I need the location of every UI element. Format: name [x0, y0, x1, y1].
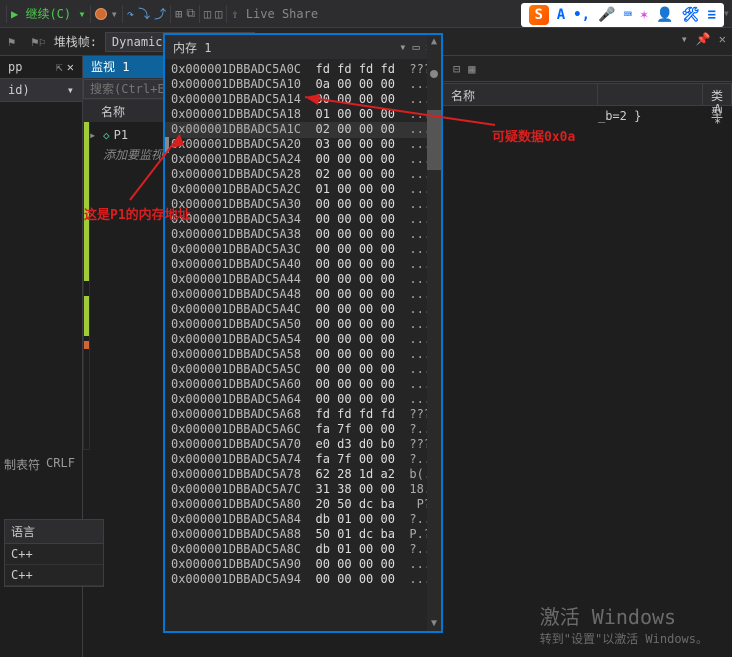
dropdown-icon[interactable]: ▾	[681, 32, 688, 46]
toolbar-icon[interactable]: ◫	[215, 7, 222, 21]
toolbar-icon[interactable]: ▦	[468, 62, 475, 76]
memory-row[interactable]: 0x000001DBBADC5A88 50 01 dc ba P.??	[171, 527, 435, 542]
file-tab[interactable]: pp ⇱ ✕	[0, 56, 82, 79]
memory-row[interactable]: 0x000001DBBADC5A90 00 00 00 00 ....	[171, 557, 435, 572]
ime-account-icon[interactable]: 👤	[656, 7, 673, 23]
status-bar: 制表符 CRLF	[4, 456, 75, 473]
memory-row[interactable]: 0x000001DBBADC5A80 20 50 dc ba P??	[171, 497, 435, 512]
watch-item-label: P1	[114, 128, 128, 142]
memory-row[interactable]: 0x000001DBBADC5A64 00 00 00 00 ....	[171, 392, 435, 407]
step-into-icon[interactable]: ↷	[127, 7, 134, 21]
close-icon[interactable]: ✕	[67, 60, 74, 74]
memory-row[interactable]: 0x000001DBBADC5A2C 01 00 00 00 ....	[171, 182, 435, 197]
status-tabs[interactable]: 制表符	[4, 456, 40, 473]
memory-row[interactable]: 0x000001DBBADC5A3C 00 00 00 00 ....	[171, 242, 435, 257]
memory-scrollbar[interactable]: ▲ ▼	[427, 35, 441, 631]
ime-punct-icon[interactable]: •,	[573, 7, 590, 23]
expand-arrow-icon[interactable]: ▸	[89, 128, 99, 142]
annotation-right: 可疑数据0x0a	[492, 126, 575, 145]
dropdown-id[interactable]: id)▾	[0, 79, 82, 102]
memory-row[interactable]: 0x000001DBBADC5A74 fa 7f 00 00 ?...	[171, 452, 435, 467]
ime-keyboard-icon[interactable]: ⌨	[623, 7, 631, 23]
annotation-left: 这是P1的内存地址	[84, 204, 191, 223]
ime-mic-icon[interactable]: 🎤	[598, 7, 615, 23]
memory-row[interactable]: 0x000001DBBADC5A28 02 00 00 00 ....	[171, 167, 435, 182]
flag-icon[interactable]: ⚑	[8, 35, 15, 49]
ime-letter: A	[557, 7, 565, 23]
memory-row[interactable]: 0x000001DBBADC5A8C db 01 00 00 ?...	[171, 542, 435, 557]
language-row[interactable]: C++	[5, 565, 103, 586]
window-dropdown-icon[interactable]: ▾	[399, 40, 406, 54]
ime-tools-icon[interactable]: 🛠	[682, 7, 700, 23]
memory-row[interactable]: 0x000001DBBADC5A78 62 28 1d a2 b(.?	[171, 467, 435, 482]
memory-row[interactable]: 0x000001DBBADC5A54 00 00 00 00 ....	[171, 332, 435, 347]
memory-row[interactable]: 0x000001DBBADC5A14 00 00 00 00 ....	[171, 92, 435, 107]
memory-row[interactable]: 0x000001DBBADC5A50 00 00 00 00 ....	[171, 317, 435, 332]
activate-windows-watermark: 激活 Windows 转到"设置"以激活 Windows。	[540, 601, 708, 647]
toolbar-icon[interactable]: ⊟	[453, 62, 460, 76]
memory-row[interactable]: 0x000001DBBADC5A44 00 00 00 00 ....	[171, 272, 435, 287]
memory-row[interactable]: 0x000001DBBADC5A34 00 00 00 00 ....	[171, 212, 435, 227]
pin-icon[interactable]: ⇱	[56, 60, 63, 74]
memory-row[interactable]: 0x000001DBBADC5A68 fd fd fd fd ????	[171, 407, 435, 422]
continue-button[interactable]: ▶ 继续(C) ▾	[11, 5, 86, 22]
scrollbar-thumb[interactable]	[427, 110, 441, 170]
memory-row[interactable]: 0x000001DBBADC5A94 00 00 00 00 ....	[171, 572, 435, 587]
pin-icon[interactable]: 📌	[696, 32, 711, 46]
stackframe-label: 堆栈帧:	[54, 33, 97, 50]
language-header[interactable]: 语言	[5, 520, 103, 544]
memory-row[interactable]: 0x000001DBBADC5A20 03 00 00 00 ....	[171, 137, 435, 152]
ime-toolbar[interactable]: S A •, 🎤 ⌨ ✶ 👤 🛠 ≡	[521, 3, 724, 27]
close-icon[interactable]: ✕	[719, 32, 726, 46]
memory-row[interactable]: 0x000001DBBADC5A24 00 00 00 00 ....	[171, 152, 435, 167]
toolbar-icon[interactable]: ⊞	[175, 7, 182, 21]
col-name-header[interactable]: 名称	[443, 84, 598, 105]
memory-row[interactable]: 0x000001DBBADC5A58 00 00 00 00 ....	[171, 347, 435, 362]
memory-row[interactable]: 0x000001DBBADC5A18 01 00 00 00 ....	[171, 107, 435, 122]
sogou-logo-icon: S	[529, 5, 549, 25]
variable-row[interactable]: _b=2 } A *	[443, 106, 732, 126]
memory-row[interactable]: 0x000001DBBADC5A70 e0 d3 d0 b0 ????	[171, 437, 435, 452]
memory-row[interactable]: 0x000001DBBADC5A4C 00 00 00 00 ....	[171, 302, 435, 317]
language-row[interactable]: C++	[5, 544, 103, 565]
memory-row[interactable]: 0x000001DBBADC5A5C 00 00 00 00 ....	[171, 362, 435, 377]
memory-row[interactable]: 0x000001DBBADC5A10 0a 00 00 00 ....	[171, 77, 435, 92]
status-crlf[interactable]: CRLF	[46, 456, 75, 473]
toolbar-icon[interactable]: ⧉	[186, 6, 195, 21]
ime-agent-icon[interactable]: ✶	[640, 7, 648, 23]
memory-row[interactable]: 0x000001DBBADC5A0C fd fd fd fd ????	[171, 62, 435, 77]
memory-row[interactable]: 0x000001DBBADC5A6C fa 7f 00 00 ?...	[171, 422, 435, 437]
memory-row[interactable]: 0x000001DBBADC5A48 00 00 00 00 ....	[171, 287, 435, 302]
step-over-icon[interactable]: ⤵	[138, 5, 150, 22]
language-panel: 语言 C++ C++	[4, 519, 104, 587]
memory-row[interactable]: 0x000001DBBADC5A7C 31 38 00 00 18..	[171, 482, 435, 497]
ime-menu-icon[interactable]: ≡	[708, 7, 716, 23]
memory-row[interactable]: 0x000001DBBADC5A38 00 00 00 00 ....	[171, 227, 435, 242]
memory-selected-row	[165, 122, 441, 138]
memory-row[interactable]: 0x000001DBBADC5A60 00 00 00 00 ....	[171, 377, 435, 392]
memory-row[interactable]: 0x000001DBBADC5A84 db 01 00 00 ?...	[171, 512, 435, 527]
step-out-icon[interactable]: ⤴	[154, 5, 166, 22]
breakpoint-toggle-icon[interactable]	[95, 8, 107, 20]
memory-panel-title: 内存 1	[173, 39, 211, 56]
live-share-button[interactable]: ⇪ Live Share	[231, 7, 318, 21]
toolbar-icon[interactable]: ◫	[204, 7, 211, 21]
col-value-header[interactable]	[598, 84, 703, 105]
memory-row[interactable]: 0x000001DBBADC5A40 00 00 00 00 ....	[171, 257, 435, 272]
variable-header: 名称 类型	[443, 84, 732, 106]
memory-caret	[165, 137, 169, 153]
memory-panel: 内存 1 ▾ ▭ ✕ 0x000001DBBADC5A0C fd fd fd f…	[163, 33, 443, 633]
flag-group-icon[interactable]: ⚑⚐	[31, 35, 45, 49]
variable-icon: ◇	[103, 129, 110, 142]
maximize-icon[interactable]: ▭	[413, 40, 420, 54]
memory-row[interactable]: 0x000001DBBADC5A30 00 00 00 00 ....	[171, 197, 435, 212]
